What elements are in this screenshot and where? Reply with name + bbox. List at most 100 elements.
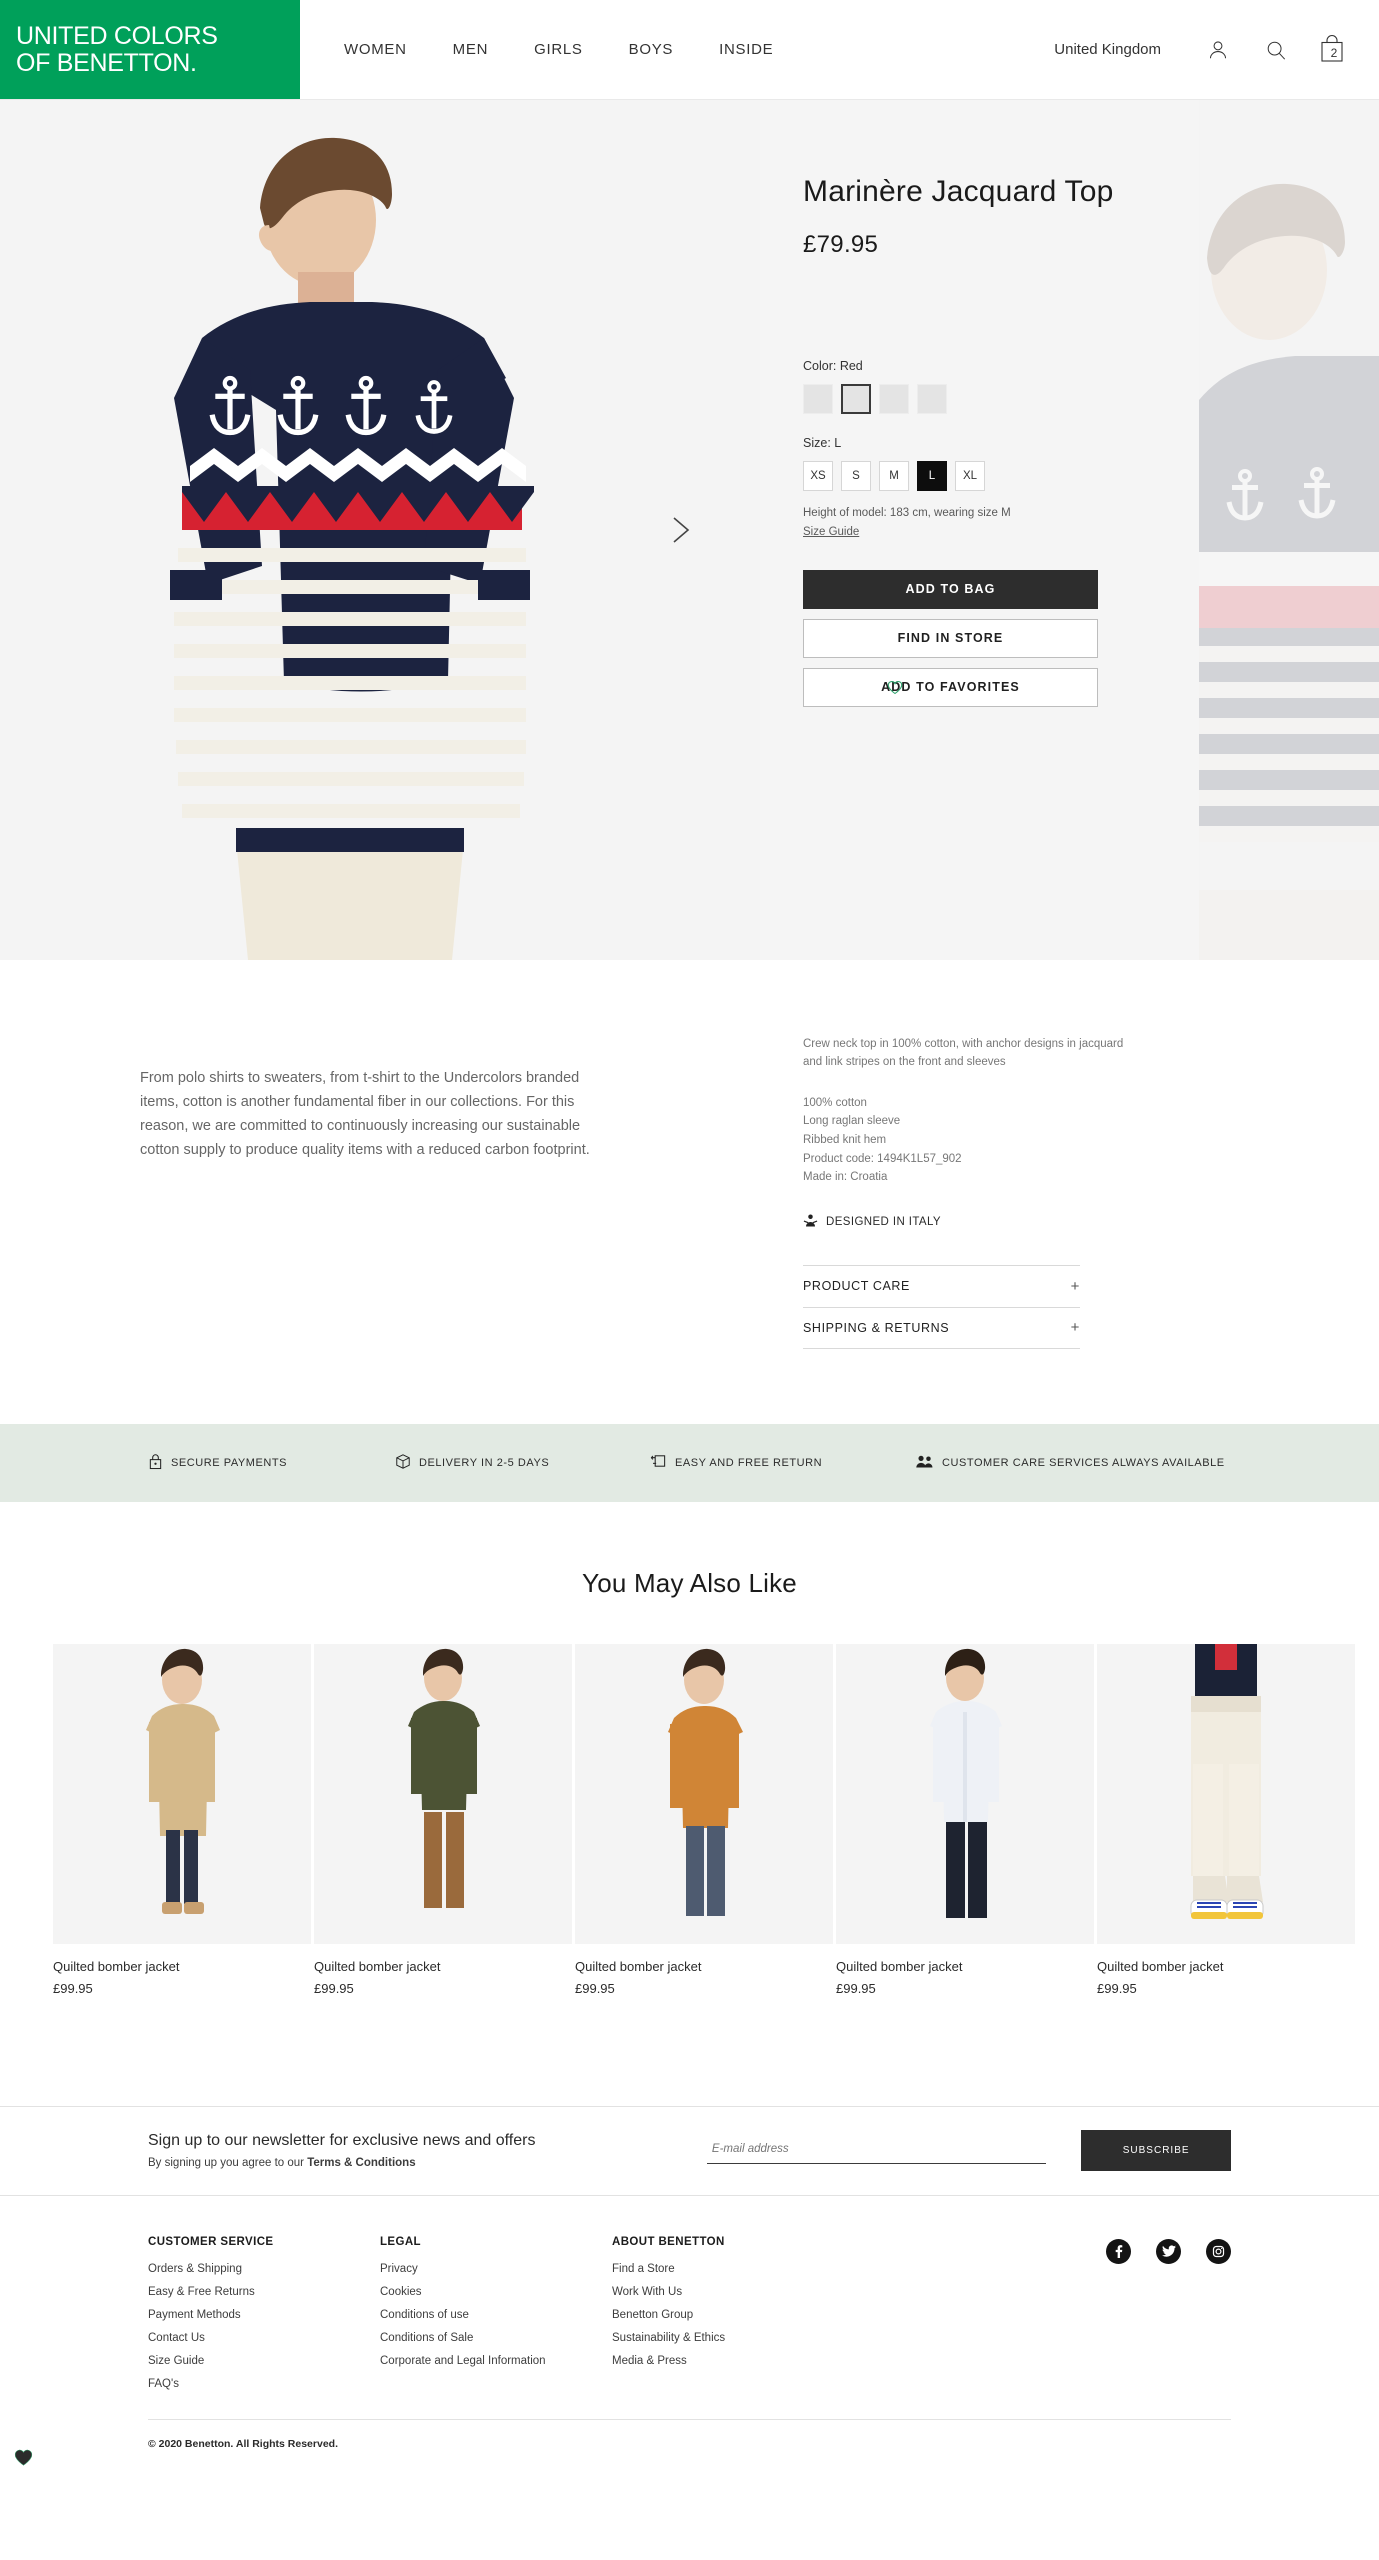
- nav-item-girls[interactable]: GIRLS: [534, 41, 583, 58]
- find-in-store-button[interactable]: FIND IN STORE: [803, 618, 1098, 658]
- size-guide-link[interactable]: Size Guide: [803, 526, 859, 538]
- recommendations-title: You May Also Like: [582, 1567, 797, 1598]
- footer-column-customer-service: CUSTOMER SERVICE Orders & Shipping Easy …: [148, 2236, 380, 2401]
- size-option-xs[interactable]: XS: [803, 461, 833, 491]
- accordion-product-care-label: PRODUCT CARE: [803, 1279, 910, 1294]
- terms-and-conditions-link[interactable]: Terms & Conditions: [307, 2157, 415, 2169]
- service-delivery-label: DELIVERY IN 2-5 DAYS: [419, 1456, 550, 1469]
- accordion-shipping-returns[interactable]: SHIPPING & RETURNS +: [803, 1306, 1080, 1349]
- country-selector[interactable]: United Kingdom: [1054, 41, 1161, 58]
- nav-item-boys[interactable]: BOYS: [629, 41, 673, 58]
- nav-item-women[interactable]: WOMEN: [344, 41, 407, 58]
- footer-link-sustainability-ethics[interactable]: Sustainability & Ethics: [612, 2332, 844, 2344]
- product-card[interactable]: Quilted bomber jacket £99.95: [14, 1643, 572, 2466]
- box-icon: [395, 1453, 411, 1473]
- benetton-logo[interactable]: UNITED COLORS OF BENETTON.: [0, 0, 300, 99]
- product-card-price: £99.95: [53, 1980, 93, 1996]
- size-option-l-selected[interactable]: L: [917, 461, 947, 491]
- product-gallery: [0, 100, 760, 960]
- newsletter-subscribe-button[interactable]: SUBSCRIBE: [1081, 2130, 1231, 2172]
- product-card-image[interactable]: [53, 1643, 311, 1944]
- footer-link-corporate-legal-info[interactable]: Corporate and Legal Information: [380, 2355, 612, 2367]
- footer-link-privacy[interactable]: Privacy: [380, 2263, 612, 2275]
- footer-column-about-benetton: ABOUT BENETTON Find a Store Work With Us…: [612, 2236, 844, 2401]
- product-description-headline: Crew neck top in 100% cotton, with ancho…: [803, 1038, 1124, 1069]
- product-accordions: PRODUCT CARE + SHIPPING & RETURNS +: [803, 1264, 1080, 1349]
- footer-link-benetton-group[interactable]: Benetton Group: [612, 2309, 844, 2321]
- footer-link-conditions-of-use[interactable]: Conditions of use: [380, 2309, 612, 2321]
- heart-outline-icon: [887, 680, 903, 698]
- service-guarantees-bar: SECURE PAYMENTS DELIVERY IN 2-5 DAYS EAS…: [0, 1423, 1379, 1502]
- product-card-image[interactable]: [314, 1643, 572, 1944]
- footer-link-size-guide[interactable]: Size Guide: [148, 2355, 380, 2367]
- spec-item-made-in: Made in: Croatia: [803, 1171, 888, 1184]
- newsletter-email-input[interactable]: [706, 2137, 1047, 2164]
- sustainability-text-block: From polo shirts to sweaters, from t-shi…: [0, 1035, 760, 1349]
- color-swatch-4[interactable]: [917, 384, 947, 414]
- copyright-notice: © 2020 Benetton. All Rights Reserved.: [148, 2418, 1231, 2480]
- product-detail-page: UNITED COLORS OF BENETTON. WOMEN MEN GIR…: [0, 0, 1379, 2480]
- nav-item-men[interactable]: MEN: [453, 41, 488, 58]
- footer-link-orders-shipping[interactable]: Orders & Shipping: [148, 2263, 380, 2275]
- add-to-favorites-button[interactable]: ADD TO FAVORITES: [803, 667, 1098, 707]
- color-swatch-3[interactable]: [879, 384, 909, 414]
- footer-link-payment-methods[interactable]: Payment Methods: [148, 2309, 380, 2321]
- recommendation-card-list: Quilted bomber jacket £99.95 Quilted bom…: [0, 1643, 1379, 2466]
- spec-item-composition: 100% cotton: [803, 1096, 867, 1109]
- favorite-heart-icon-active[interactable]: [14, 2449, 33, 2471]
- footer-link-cookies[interactable]: Cookies: [380, 2286, 612, 2298]
- size-option-s[interactable]: S: [841, 461, 871, 491]
- footer-link-easy-free-returns[interactable]: Easy & Free Returns: [148, 2286, 380, 2298]
- product-card-name: Quilted bomber jacket: [53, 1958, 180, 1974]
- product-card[interactable]: Quilted bomber jacket £99.95: [14, 1643, 1094, 2466]
- product-card-price: £99.95: [836, 1980, 876, 1996]
- newsletter-terms-prefix: By signing up you agree to our: [148, 2157, 308, 2170]
- bag-icon[interactable]: 2: [1319, 34, 1349, 66]
- account-icon[interactable]: [1203, 35, 1233, 65]
- product-card[interactable]: Quilted bomber jacket £99.95: [15, 1643, 1355, 2465]
- spec-item-hem: Ribbed knit hem: [803, 1134, 887, 1147]
- product-card-image[interactable]: [1097, 1643, 1355, 1944]
- accordion-product-care[interactable]: PRODUCT CARE +: [803, 1264, 1080, 1307]
- add-to-bag-button[interactable]: ADD TO BAG: [803, 569, 1098, 609]
- product-card-price: £99.95: [575, 1980, 615, 1996]
- product-details-block: Crew neck top in 100% cotton, with ancho…: [760, 1035, 1379, 1349]
- footer-heading-about-benetton: ABOUT BENETTON: [612, 2235, 725, 2248]
- product-spec-list: 100% cotton Long raglan sleeve Ribbed kn…: [803, 1094, 1379, 1187]
- service-customer-care-label: CUSTOMER CARE SERVICES ALWAYS AVAILABLE: [942, 1456, 1225, 1469]
- product-card[interactable]: Quilted bomber jacket £99.95: [14, 1643, 311, 2466]
- footer-link-work-with-us[interactable]: Work With Us: [612, 2286, 844, 2298]
- people-icon: [915, 1454, 934, 1472]
- site-header: UNITED COLORS OF BENETTON. WOMEN MEN GIR…: [0, 0, 1379, 100]
- newsletter-heading: Sign up to our newsletter for exclusive …: [148, 2132, 536, 2150]
- facebook-icon[interactable]: [1106, 2238, 1131, 2264]
- spec-item-sleeve: Long raglan sleeve: [803, 1115, 901, 1128]
- footer-link-conditions-of-sale[interactable]: Conditions of Sale: [380, 2332, 612, 2344]
- instagram-icon[interactable]: [1206, 2238, 1231, 2264]
- footer-link-find-a-store[interactable]: Find a Store: [612, 2263, 844, 2275]
- twitter-icon[interactable]: [1156, 2238, 1181, 2264]
- size-option-m[interactable]: M: [879, 461, 909, 491]
- product-card-name: Quilted bomber jacket: [836, 1958, 963, 1974]
- gallery-next-arrow[interactable]: [660, 510, 700, 550]
- service-secure-payments-label: SECURE PAYMENTS: [171, 1456, 288, 1469]
- product-card-image[interactable]: [836, 1643, 1094, 1944]
- newsletter-terms-note: By signing up you agree to our Terms & C…: [148, 2157, 707, 2169]
- size-option-xl[interactable]: XL: [955, 461, 985, 491]
- header-utilities: United Kingdom 2: [1054, 0, 1379, 99]
- color-swatch-1[interactable]: [803, 384, 833, 414]
- sustainability-paragraph: From polo shirts to sweaters, from t-shi…: [140, 1070, 590, 1158]
- bag-count: 2: [1330, 45, 1338, 60]
- product-main-image[interactable]: [70, 100, 630, 960]
- search-icon[interactable]: [1261, 35, 1291, 65]
- footer-link-faqs[interactable]: FAQ's: [148, 2378, 380, 2390]
- product-card-name: Quilted bomber jacket: [575, 1958, 702, 1974]
- product-card-name: Quilted bomber jacket: [314, 1958, 441, 1974]
- nav-item-inside[interactable]: INSIDE: [719, 41, 773, 58]
- product-card[interactable]: Quilted bomber jacket £99.95: [14, 1643, 833, 2466]
- footer-link-contact-us[interactable]: Contact Us: [148, 2332, 380, 2344]
- color-swatch-2-selected[interactable]: [841, 384, 871, 414]
- footer-link-media-press[interactable]: Media & Press: [612, 2355, 844, 2367]
- product-card-image[interactable]: [575, 1643, 833, 1944]
- newsletter-signup: Sign up to our newsletter for exclusive …: [0, 2105, 1379, 2196]
